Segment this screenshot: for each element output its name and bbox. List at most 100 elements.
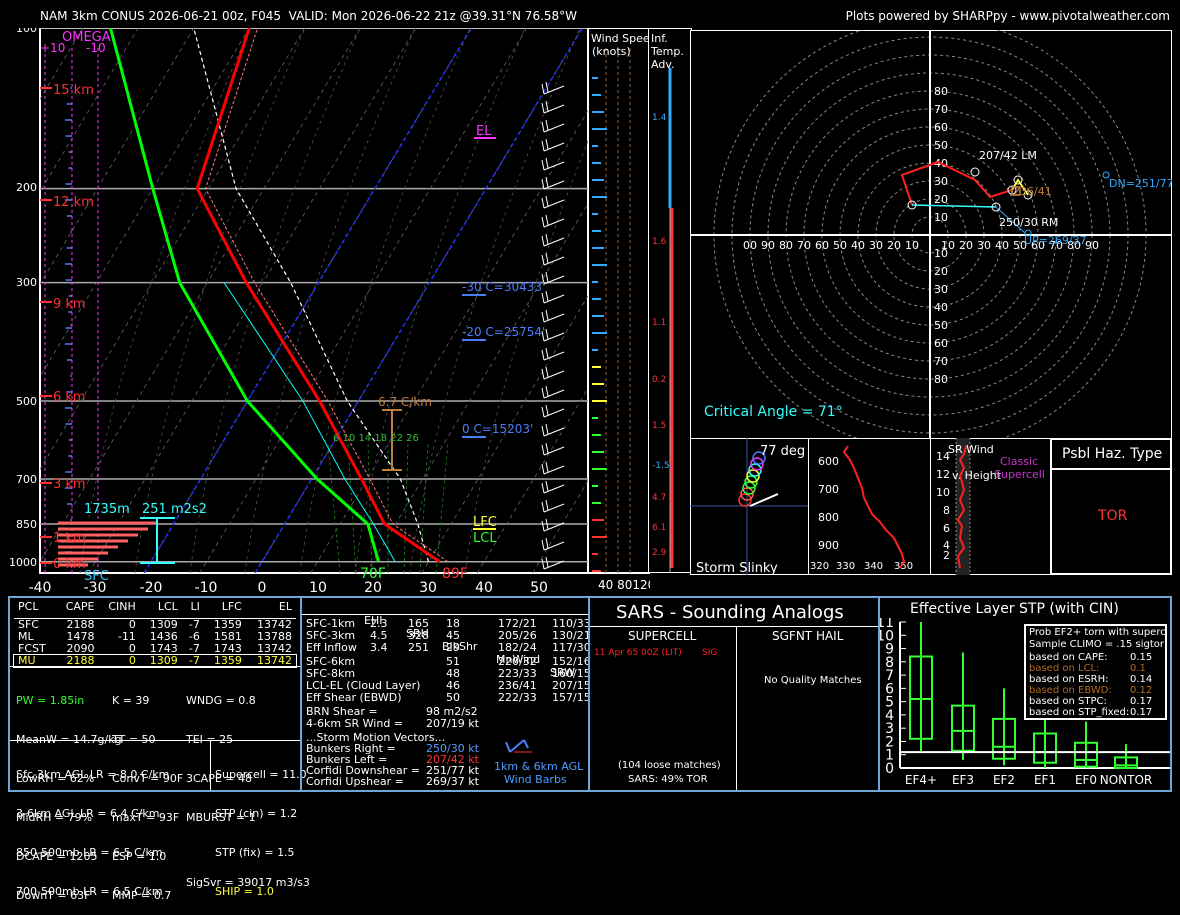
hodo-axis-label: 10 bbox=[941, 239, 955, 252]
temp-tick: 10 bbox=[309, 580, 327, 596]
parcel-el: 13742 bbox=[257, 653, 292, 667]
height-label: 15 km bbox=[53, 83, 94, 98]
temp-tick: -20 bbox=[140, 580, 163, 596]
parcel-el: 13788 bbox=[257, 629, 292, 643]
pressure-tick: 200 bbox=[16, 181, 37, 194]
stp-category: EF0 bbox=[1075, 773, 1097, 787]
wind-barb-icon bbox=[505, 739, 532, 753]
parcel-lfc: 1581 bbox=[213, 629, 242, 643]
sfc-label: SFC bbox=[84, 569, 109, 584]
el-label: EL bbox=[476, 124, 492, 139]
temp-advection-panel: Inf. Temp. Adv. 1.41.61.10.21.5-1.54.76.… bbox=[648, 28, 692, 573]
theta-y-tick: 700 bbox=[818, 483, 839, 496]
parcel-lcl: 1743 bbox=[149, 641, 178, 655]
parcel-lfc: 1359 bbox=[213, 617, 242, 631]
parcel-cape: 2188 bbox=[66, 617, 95, 631]
theta-x-tick: 320 bbox=[810, 561, 829, 572]
hodo-ring-label: 80 bbox=[934, 373, 948, 386]
stp-y-tick: 0 bbox=[885, 761, 894, 777]
header-credit: Plots powered by SHARPpy - www.pivotalwe… bbox=[845, 9, 1170, 23]
parcel-col-header: LI bbox=[190, 600, 200, 613]
theta-y-tick: 800 bbox=[818, 511, 839, 524]
ship-value: SHIP = 1.0 bbox=[215, 885, 274, 898]
srwind-classic-2: Supercell bbox=[994, 468, 1045, 481]
temp-tick: -40 bbox=[29, 580, 52, 596]
stp-cin: STP (cin) = 1.2 bbox=[215, 807, 298, 820]
parcel-row: FCST 2090 0 1743 -7 1743 13742 bbox=[14, 641, 296, 655]
parcel-header-row: PCL CAPE CINH LCL LI LFC EL bbox=[14, 601, 296, 613]
corfidi-up-value: 269/37 kt bbox=[426, 775, 479, 788]
temp-tick: 20 bbox=[364, 580, 382, 596]
hodo-axis-label: 00 bbox=[743, 239, 757, 252]
parcel-el: 13742 bbox=[257, 641, 292, 655]
stp-title: Effective Layer STP (with CIN) bbox=[910, 601, 1119, 617]
hodo-ring-label: 40 bbox=[934, 301, 948, 314]
kin-cell: 29 bbox=[446, 641, 460, 654]
tadv-title-2: Temp. bbox=[650, 45, 684, 58]
stp-climo: Sample CLIMO = .15 sigtor bbox=[1029, 639, 1164, 650]
lapse-rate: 850-500mb LR = 6.5 C/km bbox=[16, 846, 163, 859]
omega-minus: -10 bbox=[86, 41, 106, 55]
kin-cell: 182/24 bbox=[498, 641, 537, 654]
tadv-value: 1.1 bbox=[652, 318, 666, 328]
parcel-cinh: 0 bbox=[128, 641, 136, 655]
tadv-value: 1.5 bbox=[652, 421, 666, 431]
composite-indices: Supercell = 11.0 STP (cin) = 1.2 STP (fi… bbox=[215, 742, 307, 911]
theta-y-tick: 900 bbox=[818, 539, 839, 552]
theta-x-tick: 340 bbox=[864, 561, 883, 572]
wind-barb-label-1: 1km & 6km AGL bbox=[494, 760, 584, 773]
wind-barb-label-2: Wind Barbs bbox=[504, 773, 567, 786]
tadv-title-1: Inf. bbox=[651, 32, 668, 45]
pressure-tick: 300 bbox=[16, 276, 37, 289]
stp-fix: STP (fix) = 1.5 bbox=[215, 846, 295, 859]
critical-angle: Critical Angle = 71° bbox=[704, 404, 843, 420]
pressure-tick: 700 bbox=[16, 473, 37, 486]
hodo-ring-label: 30 bbox=[934, 283, 948, 296]
dn-label: DN=251/77 bbox=[1109, 177, 1172, 190]
hodo-ring-label: 60 bbox=[934, 121, 948, 134]
hodo-axis-label: 70 bbox=[797, 239, 811, 252]
parcel-li: -6 bbox=[188, 629, 200, 643]
supercell-composite: Supercell = 11.0 bbox=[215, 768, 307, 781]
hodo-axis-label: 90 bbox=[1085, 239, 1099, 252]
stp-row-fixed-label: based on STP_fixed: bbox=[1029, 707, 1130, 718]
sars-hail-header: SGFNT HAIL bbox=[772, 629, 844, 643]
parcel-name: FCST bbox=[18, 641, 46, 655]
parcel-cinh: -11 bbox=[117, 629, 136, 643]
theta-x-tick: 330 bbox=[836, 561, 855, 572]
parcel-name: MU bbox=[18, 653, 36, 667]
hodo-axis-label: 80 bbox=[779, 239, 793, 252]
corfidi-up-label: Corfidi Upshear = bbox=[306, 775, 404, 788]
hodo-ring-label: 60 bbox=[934, 337, 948, 350]
sars-match-date: 11 Apr 65 00Z (LIT) bbox=[594, 648, 682, 658]
srwind-y-tick: 10 bbox=[936, 486, 950, 499]
hodo-ring-label: 20 bbox=[934, 265, 948, 278]
tadv-value: 1.6 bbox=[652, 237, 667, 247]
hodo-ring-label: 50 bbox=[934, 319, 948, 332]
mixing-ratio-labels: 6 10 14 18 22 26 bbox=[333, 433, 419, 444]
parcel-cape: 2090 bbox=[66, 641, 95, 655]
lapse-rate: 3-6km AGL LR = 6.4 C/km bbox=[16, 807, 160, 820]
parcel-lfc: 1359 bbox=[213, 653, 242, 667]
temp-tick: 30 bbox=[419, 580, 437, 596]
storm-slinky: 77 deg Storm Slinky bbox=[690, 438, 810, 575]
temp-tick: -10 bbox=[195, 580, 218, 596]
stp-category: EF4+ bbox=[905, 773, 937, 787]
height-label: 3 km bbox=[53, 477, 86, 492]
hodo-axis-label: 50 bbox=[833, 239, 847, 252]
parcel-row: SFC 2188 0 1309 -7 1359 13742 bbox=[14, 618, 296, 631]
parcel-col-header: PCL bbox=[18, 600, 39, 613]
srwind-y-tick: 8 bbox=[943, 504, 950, 517]
kin-cell: 157/15 bbox=[552, 691, 591, 704]
wind-panel-title: Wind Speed bbox=[591, 32, 650, 45]
stp-category: EF3 bbox=[952, 773, 974, 787]
kin-row-label: Eff Inflow bbox=[306, 641, 357, 654]
wind-panel-units: (knots) bbox=[592, 45, 631, 58]
sfc-temperature: 89F bbox=[442, 566, 468, 582]
sr46-value: 207/19 kt bbox=[426, 717, 479, 730]
hazard-value: TOR bbox=[1098, 508, 1128, 524]
isotherm-m20: -20 C=25754' bbox=[462, 325, 545, 339]
wind-speed-panel: Wind Speed (knots) 40 80120 bbox=[588, 28, 650, 592]
header-title: NAM 3km CONUS 2026-06-21 00z, F045 VALID… bbox=[40, 9, 578, 23]
parcel-name: ML bbox=[18, 629, 34, 643]
